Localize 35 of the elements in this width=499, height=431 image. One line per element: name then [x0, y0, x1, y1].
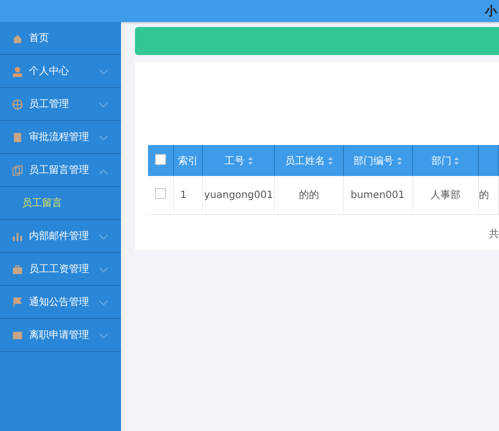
row-checkbox[interactable] — [155, 188, 166, 199]
column-header[interactable]: 部门 — [431, 154, 452, 168]
table-cell: 的 — [479, 190, 490, 201]
submenu-item[interactable]: 员工留言 — [0, 187, 121, 220]
table-cell: yuangong001 — [204, 190, 274, 200]
menu-icon — [12, 330, 23, 340]
sidebar-item[interactable]: 员工管理 — [0, 88, 121, 121]
menu-icon — [12, 264, 23, 274]
sort-icon[interactable] — [454, 156, 460, 164]
menu-icon — [12, 132, 23, 142]
table-cell: 的的 — [298, 190, 319, 201]
table-cell: 1 — [180, 190, 187, 200]
menu-icon — [12, 296, 23, 308]
menu-icon — [12, 66, 23, 76]
menu-icon — [12, 98, 23, 110]
sidebar-item[interactable]: 个人中心 — [0, 55, 121, 88]
header-title: 小 — [485, 2, 497, 20]
sidebar-item[interactable]: 员工留言管理 — [0, 154, 121, 187]
sidebar-item[interactable]: 审批流程管理 — [0, 121, 121, 154]
sort-icon[interactable] — [248, 156, 253, 164]
menu-icon — [12, 32, 23, 44]
select-all-checkbox[interactable] — [155, 154, 166, 164]
sidebar-item[interactable]: 离职申请管理 — [0, 319, 121, 352]
sidebar-item[interactable]: 首页 — [0, 22, 121, 55]
table-cell: bumen001 — [350, 190, 405, 200]
menu-icon — [12, 164, 23, 176]
sidebar-item[interactable]: 员工工资管理 — [0, 253, 121, 286]
sidebar-item[interactable]: 内部邮件管理 — [0, 220, 121, 253]
table-cell: 人事部 — [430, 190, 460, 201]
column-header[interactable]: 工号 — [224, 154, 245, 168]
sidebar-item[interactable]: 通知公告管理 — [0, 286, 121, 319]
menu-icon — [12, 230, 23, 242]
sort-icon[interactable] — [396, 156, 402, 164]
pagination-total: 共 — [489, 229, 499, 240]
sort-icon[interactable] — [328, 156, 333, 164]
